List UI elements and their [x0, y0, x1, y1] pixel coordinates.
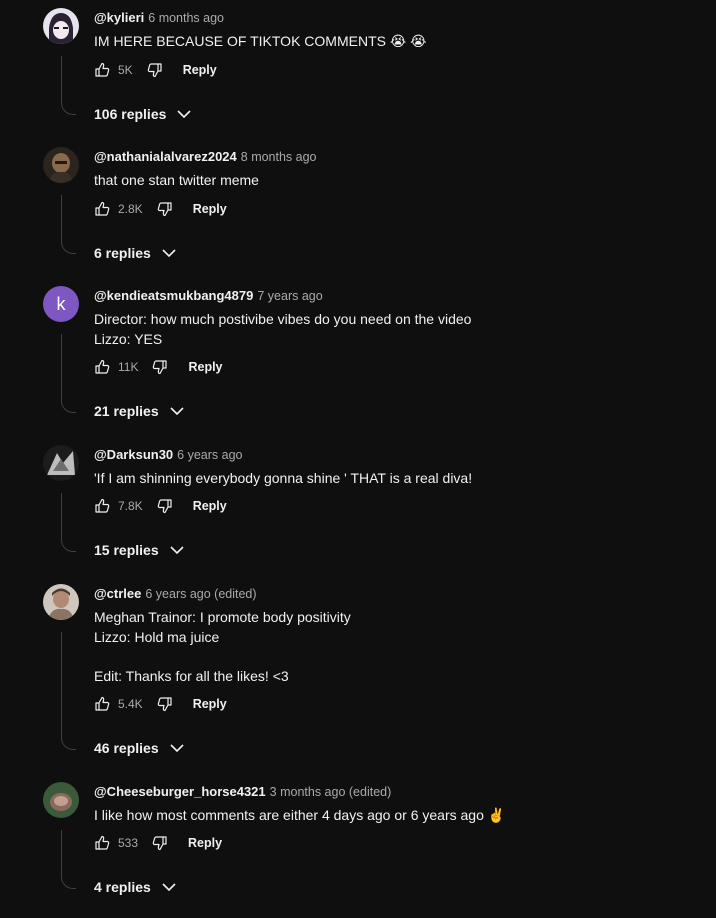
view-replies-button[interactable]: 46 replies — [94, 740, 185, 756]
chevron-down-icon — [170, 546, 184, 555]
comment-time[interactable]: 8 months ago — [241, 150, 317, 164]
replies-count-label: 106 replies — [94, 106, 167, 122]
comment-author[interactable]: @Darksun30 — [94, 447, 173, 462]
comment-actions: 2.8K Reply — [94, 199, 227, 219]
thumbs-down-icon[interactable] — [152, 359, 168, 375]
view-replies-button[interactable]: 15 replies — [94, 542, 185, 558]
view-replies-button[interactable]: 6 replies — [94, 245, 177, 261]
reply-button[interactable]: Reply — [193, 499, 227, 513]
comment-time[interactable]: 3 months ago (edited) — [270, 785, 392, 799]
comment-text: I like how most comments are either 4 da… — [94, 807, 506, 823]
like-count: 533 — [118, 836, 139, 850]
like-count: 5.4K — [118, 697, 143, 711]
comment-author[interactable]: @nathanialalvarez2024 — [94, 149, 237, 164]
thumbs-up-icon[interactable] — [94, 498, 110, 514]
view-replies-button[interactable]: 21 replies — [94, 403, 185, 419]
thread-connector — [61, 632, 76, 750]
comment-header: @kendieatsmukbang4879 7 years ago — [94, 288, 323, 303]
comment-author[interactable]: @kylieri — [94, 10, 144, 25]
comment-header: @Cheeseburger_horse4321 3 months ago (edi… — [94, 784, 391, 799]
comment-author[interactable]: @kendieatsmukbang4879 — [94, 288, 253, 303]
avatar[interactable] — [43, 584, 79, 620]
comment-time[interactable]: 6 months ago — [148, 11, 224, 25]
reply-button[interactable]: Reply — [183, 63, 217, 77]
thread-connector — [61, 56, 76, 115]
comment-time[interactable]: 6 years ago (edited) — [145, 587, 256, 601]
thread-connector — [61, 493, 76, 552]
thumbs-down-icon[interactable] — [157, 498, 173, 514]
chevron-down-icon — [162, 249, 176, 258]
comment-actions: 7.8K Reply — [94, 496, 227, 516]
comment-header: @nathanialalvarez2024 8 months ago — [94, 149, 317, 164]
replies-count-label: 6 replies — [94, 245, 151, 261]
avatar[interactable] — [43, 445, 79, 481]
comment-text: Director: how much postivibe vibes do yo… — [94, 311, 472, 347]
comment-time[interactable]: 6 years ago — [177, 448, 242, 462]
comment-header: @ctrlee 6 years ago (edited) — [94, 586, 257, 601]
avatar[interactable] — [43, 147, 79, 183]
chevron-down-icon — [170, 744, 184, 753]
thumbs-up-icon[interactable] — [94, 201, 110, 217]
chevron-down-icon — [177, 110, 191, 119]
thread-connector — [61, 195, 76, 254]
comment-text: Meghan Trainor: I promote body positivit… — [94, 609, 351, 685]
thumbs-up-icon[interactable] — [94, 696, 110, 712]
view-replies-button[interactable]: 106 replies — [94, 106, 192, 122]
thumbs-up-icon[interactable] — [94, 835, 110, 851]
replies-count-label: 21 replies — [94, 403, 159, 419]
comment-author[interactable]: @ctrlee — [94, 586, 141, 601]
comment-text: IM HERE BECAUSE OF TIKTOK COMMENTS 😭 😭 — [94, 33, 427, 49]
thumbs-up-icon[interactable] — [94, 359, 110, 375]
comment-text: 'If I am shinning everybody gonna shine … — [94, 470, 473, 486]
replies-count-label: 46 replies — [94, 740, 159, 756]
avatar-letter: k — [56, 293, 66, 314]
comment-time[interactable]: 7 years ago — [257, 289, 322, 303]
chevron-down-icon — [162, 883, 176, 892]
thread-connector — [61, 334, 76, 413]
avatar[interactable] — [43, 8, 79, 44]
comment-text: that one stan twitter meme — [94, 172, 259, 188]
view-replies-button[interactable]: 4 replies — [94, 879, 177, 895]
comment-actions: 5.4K Reply — [94, 694, 227, 714]
comment-author[interactable]: @Cheeseburger_horse4321 — [94, 784, 266, 799]
reply-button[interactable]: Reply — [193, 697, 227, 711]
comment-header: @kylieri 6 months ago — [94, 10, 224, 25]
like-count: 7.8K — [118, 499, 143, 513]
avatar[interactable]: k — [43, 286, 79, 322]
thumbs-down-icon[interactable] — [147, 62, 163, 78]
thumbs-up-icon[interactable] — [94, 62, 110, 78]
comment-actions: 11K Reply — [94, 357, 223, 377]
reply-button[interactable]: Reply — [193, 202, 227, 216]
replies-count-label: 15 replies — [94, 542, 159, 558]
replies-count-label: 4 replies — [94, 879, 151, 895]
chevron-down-icon — [170, 407, 184, 416]
thumbs-down-icon[interactable] — [152, 835, 168, 851]
reply-button[interactable]: Reply — [188, 836, 222, 850]
thumbs-down-icon[interactable] — [157, 696, 173, 712]
avatar[interactable] — [43, 782, 79, 818]
like-count: 2.8K — [118, 202, 143, 216]
reply-button[interactable]: Reply — [188, 360, 222, 374]
like-count: 11K — [118, 360, 139, 374]
comment-header: @Darksun30 6 years ago — [94, 447, 242, 462]
comment-actions: 5K Reply — [94, 60, 217, 80]
comment-actions: 533 Reply — [94, 833, 222, 853]
like-count: 5K — [118, 63, 133, 77]
thumbs-down-icon[interactable] — [157, 201, 173, 217]
thread-connector — [61, 830, 76, 889]
